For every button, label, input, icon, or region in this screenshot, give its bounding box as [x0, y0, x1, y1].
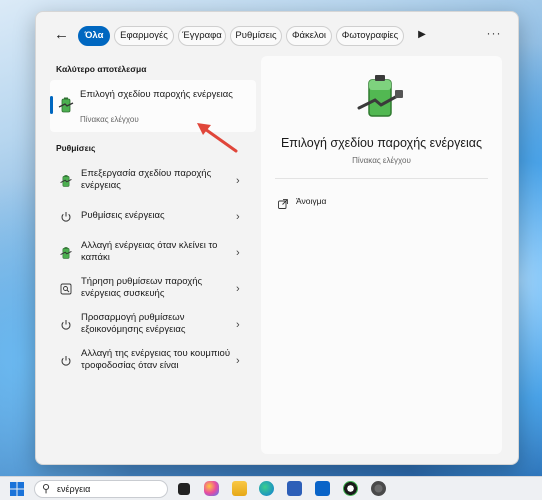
chevron-right-icon: › — [236, 283, 240, 295]
tab-apps[interactable]: Εφαρμογές — [114, 26, 174, 46]
file-explorer-icon[interactable] — [232, 481, 247, 496]
best-match-subtitle: Πίνακας ελέγχου — [80, 115, 139, 124]
xbox-icon[interactable] — [343, 481, 358, 496]
detail-title: Επιλογή σχεδίου παροχής ενέργειας — [280, 136, 483, 150]
taskbar-search-box[interactable]: ⚲ ενέργεια — [34, 480, 168, 498]
settings-item-edit-power-plan[interactable]: Επεξεργασία σχεδίου παροχής ενέργειας › — [50, 164, 256, 198]
back-arrow-icon[interactable]: ← — [54, 27, 70, 43]
outlook-icon[interactable] — [315, 481, 330, 496]
settings-item-power-settings[interactable]: Ρυθμίσεις ενέργειας › — [50, 200, 256, 234]
best-match-title: Επιλογή σχεδίου παροχής ενέργειας — [80, 89, 233, 100]
settings-item-lid-close[interactable]: Αλλαγή ενέργειας όταν κλείνει το καπάκι … — [50, 236, 256, 270]
divider — [275, 178, 488, 179]
tab-all[interactable]: Όλα — [78, 26, 110, 46]
tab-folders[interactable]: Φάκελοι — [286, 26, 332, 46]
search-settings-icon — [59, 282, 73, 296]
tab-documents[interactable]: Έγγραφα — [178, 26, 226, 46]
chevron-right-icon: › — [236, 211, 240, 223]
store-icon[interactable] — [287, 481, 302, 496]
taskbar: ⚲ ενέργεια — [0, 476, 542, 500]
settings-item-label: Ρυθμίσεις ενέργειας — [81, 210, 165, 221]
settings-item-energy-saver[interactable]: Προσαρμογή ρυθμίσεων εξοικονόμησης ενέργ… — [50, 308, 256, 342]
search-icon: ⚲ — [42, 483, 51, 495]
tab-photos[interactable]: Φωτογραφίες — [336, 26, 404, 46]
settings-item-power-button[interactable]: Αλλαγή της ενέργειας του κουμπιού τροφοδ… — [50, 344, 256, 378]
chevron-right-icon: › — [236, 319, 240, 331]
play-icon[interactable]: ▶ — [416, 27, 428, 43]
power-icon — [59, 210, 73, 224]
settings-item-label: Προσαρμογή ρυθμίσεων εξοικονόμησης ενέργ… — [81, 312, 186, 335]
windows-start-icon[interactable] — [10, 482, 24, 496]
battery-plug-icon — [58, 96, 74, 114]
best-match-heading: Καλύτερο αποτέλεσμα — [56, 64, 147, 74]
settings-item-label: Τήρηση ρυθμίσεων παροχής ενέργειας συσκε… — [81, 276, 203, 299]
settings-heading: Ρυθμίσεις — [56, 143, 96, 153]
settings-gear-icon[interactable] — [371, 481, 386, 496]
edge-icon[interactable] — [259, 481, 274, 496]
power-icon — [59, 318, 73, 332]
detail-pane: Επιλογή σχεδίου παροχής ενέργειας Πίνακα… — [261, 56, 502, 454]
settings-item-label: Επεξεργασία σχεδίου παροχής ενέργειας — [81, 168, 212, 191]
tab-settings[interactable]: Ρυθμίσεις — [230, 26, 282, 46]
open-external-icon[interactable] — [278, 196, 288, 209]
chevron-right-icon: › — [236, 175, 240, 187]
battery-plug-icon — [59, 246, 73, 260]
battery-plug-icon — [59, 174, 73, 188]
settings-item-label: Αλλαγή της ενέργειας του κουμπιού τροφοδ… — [81, 348, 231, 371]
power-icon — [59, 354, 73, 368]
red-arrow-annotation — [193, 117, 243, 157]
ellipsis-icon[interactable]: ··· — [485, 25, 503, 43]
selection-indicator — [50, 96, 53, 114]
settings-item-device-power[interactable]: Τήρηση ρυθμίσεων παροχής ενέργειας συσκε… — [50, 272, 256, 306]
search-input[interactable]: ενέργεια — [57, 484, 90, 494]
settings-item-label: Αλλαγή ενέργειας όταν κλείνει το καπάκι — [81, 240, 218, 263]
open-action[interactable]: Άνοιγμα — [296, 196, 326, 206]
detail-subtitle: Πίνακας ελέγχου — [352, 156, 411, 165]
filter-tab-bar: ← Όλα Εφαρμογές Έγγραφα Ρυθμίσεις Φάκελο… — [36, 12, 520, 58]
chevron-right-icon: › — [236, 355, 240, 367]
copilot-icon[interactable] — [204, 481, 219, 496]
task-view-icon[interactable] — [178, 483, 190, 495]
battery-plug-icon — [357, 72, 405, 122]
chevron-right-icon: › — [236, 247, 240, 259]
search-panel: ← Όλα Εφαρμογές Έγγραφα Ρυθμίσεις Φάκελο… — [35, 11, 519, 465]
